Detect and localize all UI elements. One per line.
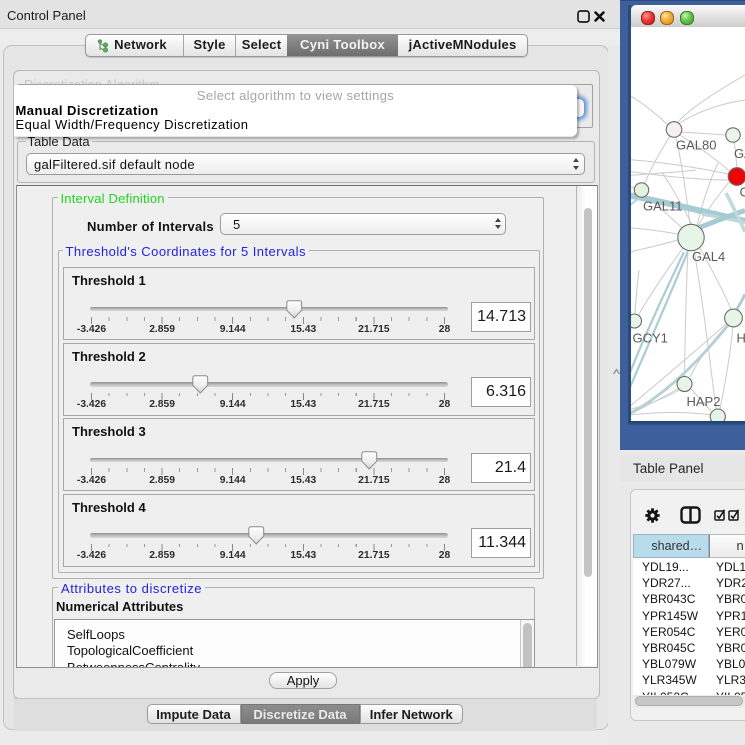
svg-text:GAL4: GAL4 — [692, 249, 725, 264]
svg-text:GAL11: GAL11 — [643, 199, 683, 214]
svg-text:C: C — [740, 185, 745, 200]
svg-text:GAL80: GAL80 — [676, 138, 716, 153]
svg-text:HAP2: HAP2 — [687, 394, 721, 409]
svg-text:GA: GA — [734, 146, 745, 161]
svg-text:GCY1: GCY1 — [633, 331, 668, 346]
svg-text:H: H — [737, 331, 745, 346]
